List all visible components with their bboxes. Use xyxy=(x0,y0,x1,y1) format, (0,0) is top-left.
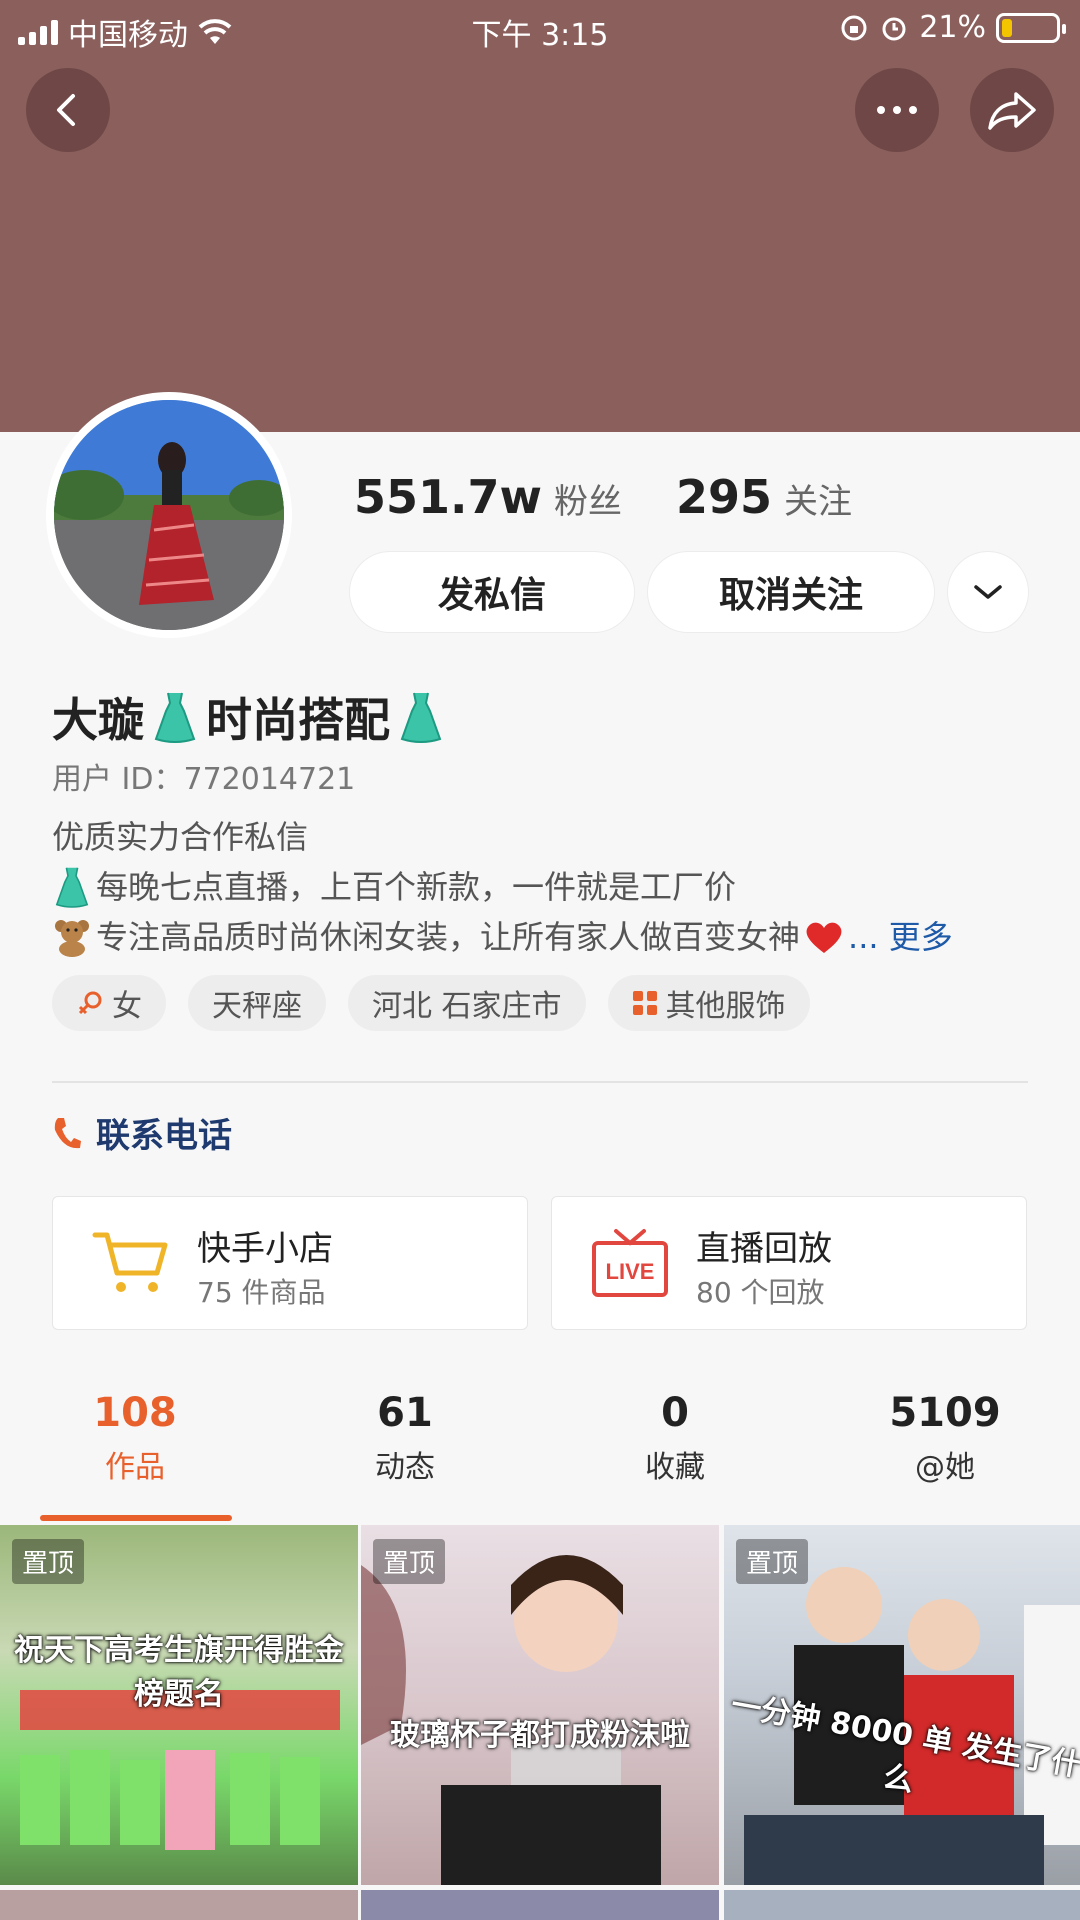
profile-name: 大璇 时尚搭配 xyxy=(52,684,446,750)
video-thumb[interactable] xyxy=(0,1890,358,1920)
video-caption: 祝天下高考生旗开得胜金榜题名 xyxy=(14,1633,344,1712)
teddy-bear-icon xyxy=(55,920,89,957)
bio-line-1: 优质实力合作私信 xyxy=(52,818,309,856)
content-tabs: 108 作品 61 动态 0 收藏 5109 @她 xyxy=(0,1390,1080,1520)
tab-favorites[interactable]: 0 收藏 xyxy=(540,1390,810,1486)
cover-banner xyxy=(0,0,1080,432)
tag-zodiac[interactable]: 天秤座 xyxy=(188,975,326,1031)
video-thumb[interactable]: 置顶 祝天下高考生旗开得胜金榜题名 xyxy=(0,1525,358,1885)
bio-line-3: 专注高品质时尚休闲女装，让所有家人做百变女神 xyxy=(96,918,801,956)
following-label[interactable]: 关注 xyxy=(784,474,852,523)
pinned-badge: 置顶 xyxy=(373,1539,446,1584)
video-thumb[interactable] xyxy=(361,1890,719,1920)
bio-line-2: 每晚七点直播，上百个新款，一件就是工厂价 xyxy=(96,868,737,906)
pinned-badge: 置顶 xyxy=(736,1539,809,1584)
contact-label: 联系电话 xyxy=(96,1116,232,1156)
heart-icon xyxy=(806,922,842,953)
following-count[interactable]: 295 xyxy=(676,470,772,524)
share-button[interactable] xyxy=(970,68,1054,152)
phone-icon xyxy=(54,1117,81,1148)
video-thumb[interactable] xyxy=(724,1890,1080,1920)
status-bar: 中国移动 下午 3:15 21% xyxy=(0,0,1080,56)
unfollow-button[interactable]: 取消关注 xyxy=(648,552,934,632)
followers-count[interactable]: 551.7w xyxy=(354,470,542,524)
grid-icon xyxy=(632,991,657,1015)
profile-name-part2: 时尚搭配 xyxy=(206,693,390,747)
rotation-lock-icon xyxy=(841,15,867,40)
user-id: 用户 ID：772014721 xyxy=(52,762,356,797)
message-button[interactable]: 发私信 xyxy=(350,552,634,632)
shop-subtitle: 75 件商品 xyxy=(197,1276,326,1309)
shop-title: 快手小店 xyxy=(197,1229,333,1269)
live-replay-subtitle: 80 个回放 xyxy=(696,1276,825,1309)
dress-icon xyxy=(55,867,89,908)
tab-mentions[interactable]: 5109 @她 xyxy=(810,1390,1080,1486)
video-caption: 玻璃杯子都打成粉沫啦 xyxy=(390,1718,690,1753)
share-icon xyxy=(988,92,1036,130)
profile-name-part1: 大璇 xyxy=(52,693,144,747)
battery-icon xyxy=(996,12,1066,43)
tab-works[interactable]: 108 作品 xyxy=(0,1390,270,1486)
tag-gender[interactable]: 女 xyxy=(52,975,166,1031)
video-thumb[interactable]: 置顶 一分钟 8000 单 发生了什么 xyxy=(724,1525,1080,1885)
tag-location[interactable]: 河北 石家庄市 xyxy=(348,975,586,1031)
live-replay-card[interactable]: LIVE 直播回放 80 个回放 xyxy=(551,1196,1027,1330)
battery-percent: 21% xyxy=(919,10,986,45)
dress-icon xyxy=(154,692,196,743)
tag-category[interactable]: 其他服饰 xyxy=(607,975,810,1031)
contact-phone-link[interactable]: 联系电话 xyxy=(52,1108,232,1157)
chevron-down-icon xyxy=(974,585,1002,599)
chevron-left-icon xyxy=(57,94,75,126)
more-button[interactable] xyxy=(855,68,939,152)
profile-tags: 女 天秤座 河北 石家庄市 其他服饰 xyxy=(52,975,810,1031)
pinned-badge: 置顶 xyxy=(12,1539,85,1584)
active-tab-indicator xyxy=(40,1515,232,1521)
video-grid: 置顶 祝天下高考生旗开得胜金榜题名 置顶 玻璃杯子都打成粉沫啦 置顶 一分钟 8… xyxy=(0,1525,1080,1920)
avatar-photo xyxy=(54,400,284,630)
shop-card[interactable]: 快手小店 75 件商品 xyxy=(52,1196,528,1330)
cart-icon xyxy=(92,1232,168,1292)
avatar[interactable] xyxy=(46,392,292,638)
follow-stats: 551.7w 粉丝 295 关注 xyxy=(354,470,852,524)
more-dots-icon xyxy=(877,106,917,114)
bio-more-link[interactable]: ... 更多 xyxy=(848,912,953,962)
alarm-icon xyxy=(882,17,906,40)
followers-label[interactable]: 粉丝 xyxy=(554,474,622,523)
divider xyxy=(52,1081,1028,1083)
live-tv-icon: LIVE xyxy=(592,1229,668,1297)
female-icon xyxy=(78,991,102,1015)
live-replay-title: 直播回放 xyxy=(696,1229,832,1269)
expand-button[interactable] xyxy=(948,552,1028,632)
bio: 优质实力合作私信 每晚七点直播，上百个新款，一件就是工厂价 专注高品质时尚休闲女… xyxy=(52,812,1042,962)
back-button[interactable] xyxy=(26,68,110,152)
tab-moments[interactable]: 61 动态 xyxy=(270,1390,540,1486)
dress-icon xyxy=(400,692,442,743)
video-thumb[interactable]: 置顶 玻璃杯子都打成粉沫啦 xyxy=(361,1525,719,1885)
svg-text:LIVE: LIVE xyxy=(606,1259,655,1284)
